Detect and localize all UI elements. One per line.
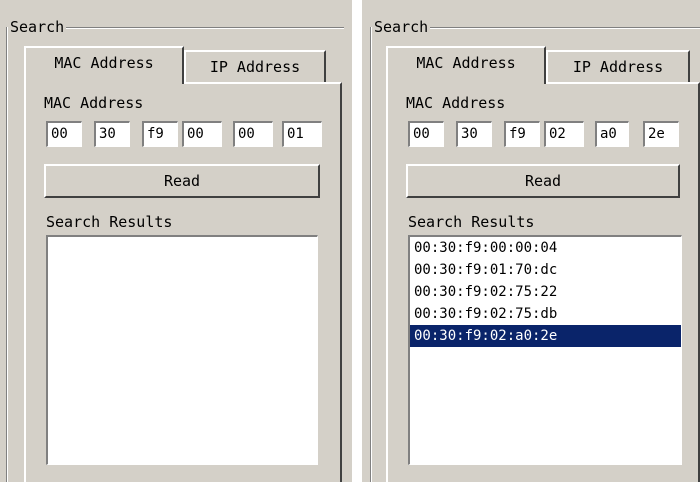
search-results-list[interactable]: 00:30:f9:00:00:04 00:30:f9:01:70:dc 00:3… — [408, 235, 682, 465]
list-item[interactable]: 00:30:f9:02:75:22 — [410, 281, 681, 303]
mac-octet-2[interactable]: 30 — [456, 121, 492, 147]
group-title: Search — [8, 18, 67, 36]
tab-mac-address[interactable]: MAC Address — [386, 46, 546, 84]
group-title: Search — [372, 18, 431, 36]
tab-mac-address[interactable]: MAC Address — [24, 46, 184, 84]
group-border — [370, 27, 371, 482]
mac-octet-1[interactable]: 00 — [408, 121, 444, 147]
mac-octet-3[interactable]: f9 — [504, 121, 540, 147]
read-button[interactable]: Read — [44, 164, 320, 198]
tab-ip-address[interactable]: IP Address — [546, 50, 690, 84]
mac-octet-2[interactable]: 30 — [94, 121, 130, 147]
search-results-list[interactable] — [46, 235, 318, 465]
mac-octet-6[interactable]: 01 — [282, 121, 322, 147]
list-item[interactable]: 00:30:f9:02:75:db — [410, 303, 681, 325]
mac-octet-5[interactable]: 00 — [233, 121, 273, 147]
group-border — [6, 27, 7, 482]
mac-octet-4[interactable]: 02 — [544, 121, 584, 147]
right-search-panel: Search MAC Address IP Address MAC Addres… — [362, 0, 700, 482]
mac-octet-5[interactable]: a0 — [595, 121, 629, 147]
list-item[interactable]: 00:30:f9:00:00:04 — [410, 237, 681, 259]
mac-address-label: MAC Address — [44, 94, 144, 112]
mac-octet-6[interactable]: 2e — [643, 121, 679, 147]
search-results-label: Search Results — [46, 213, 173, 231]
list-item-selected[interactable]: 00:30:f9:02:a0:2e — [410, 325, 681, 347]
tab-ip-address[interactable]: IP Address — [184, 50, 326, 84]
mac-octet-1[interactable]: 00 — [46, 121, 82, 147]
mac-address-label: MAC Address — [406, 94, 506, 112]
left-search-panel: Search MAC Address IP Address MAC Addres… — [0, 0, 352, 482]
list-item[interactable]: 00:30:f9:01:70:dc — [410, 259, 681, 281]
mac-octet-3[interactable]: f9 — [142, 121, 178, 147]
tab-pane: MAC Address 00 30 f9 02 a0 2e Read Searc… — [386, 82, 700, 482]
tab-pane: MAC Address 00 30 f9 00 00 01 Read Searc… — [24, 82, 342, 482]
read-button[interactable]: Read — [406, 164, 680, 198]
search-results-label: Search Results — [408, 213, 535, 231]
mac-octet-4[interactable]: 00 — [182, 121, 222, 147]
